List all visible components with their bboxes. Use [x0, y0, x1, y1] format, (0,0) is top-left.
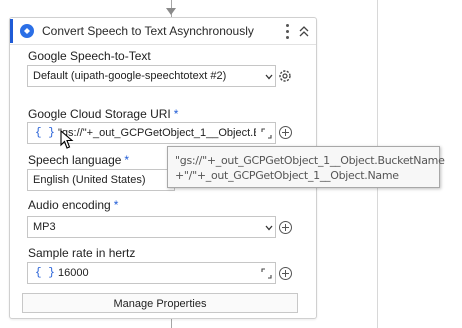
storage-uri-label-text: Google Cloud Storage URI: [28, 107, 171, 121]
sample-rate-label: Sample rate in hertz: [28, 246, 136, 260]
expression-tooltip: "gs://"+_out_GCPGetObject_1__Object.Buck…: [167, 146, 445, 188]
activity-header[interactable]: Convert Speech to Text Asynchronously: [10, 18, 316, 45]
expand-editor-icon[interactable]: [261, 268, 272, 279]
connection-label: Google Speech-to-Text: [28, 49, 151, 63]
sample-rate-input[interactable]: { } 16000: [27, 262, 276, 284]
more-options-icon[interactable]: [282, 21, 292, 41]
gear-icon[interactable]: [277, 68, 293, 84]
audio-encoding-dropdown[interactable]: MP3: [27, 216, 276, 238]
required-marker: *: [113, 198, 119, 212]
activity-accent-bar: [10, 19, 13, 43]
connector-arrow-icon: [166, 8, 176, 15]
required-marker: *: [124, 153, 130, 167]
speech-to-text-icon: [20, 24, 34, 38]
connection-dropdown[interactable]: Default (uipath-google-speechtotext #2): [27, 65, 276, 87]
collapse-icon[interactable]: [298, 24, 310, 38]
activity-title[interactable]: Convert Speech to Text Asynchronously: [42, 24, 254, 38]
tooltip-line-2: +"/"+_out_GCPGetObject_1__Object.Name: [175, 169, 399, 182]
speech-language-label-text: Speech language: [28, 153, 122, 167]
chevron-down-icon: [265, 225, 273, 231]
storage-uri-label: Google Cloud Storage URI *: [28, 107, 178, 121]
add-plus-icon[interactable]: [279, 126, 292, 139]
audio-encoding-label-text: Audio encoding: [28, 198, 111, 212]
chevron-down-icon: [265, 74, 273, 80]
speech-language-label: Speech language *: [28, 153, 129, 167]
add-plus-icon[interactable]: [279, 221, 292, 234]
audio-encoding-label: Audio encoding *: [28, 198, 118, 212]
speech-language-value: English (United States): [33, 174, 146, 186]
mouse-pointer-icon: [60, 130, 74, 149]
required-marker: *: [173, 107, 179, 121]
manage-properties-button[interactable]: Manage Properties: [22, 293, 298, 313]
speech-language-dropdown[interactable]: English (United States): [27, 169, 175, 191]
connection-value: Default (uipath-google-speechtotext #2): [33, 70, 227, 82]
expand-editor-icon[interactable]: [261, 128, 272, 139]
storage-uri-value: "gs://"+_out_GCPGetObject_1__Object.Bu: [58, 127, 256, 139]
sample-rate-value: 16000: [58, 267, 89, 279]
tooltip-line-1: "gs://"+_out_GCPGetObject_1__Object.Buck…: [175, 154, 445, 167]
expression-icon[interactable]: { }: [35, 267, 55, 279]
expression-icon[interactable]: { }: [35, 127, 55, 139]
audio-encoding-value: MP3: [33, 221, 56, 233]
add-plus-icon[interactable]: [279, 267, 292, 280]
